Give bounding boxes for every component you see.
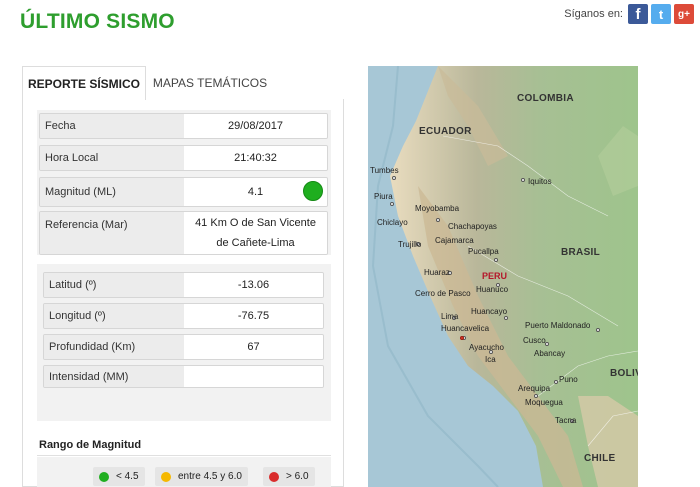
longitud-label: Longitud (º) (44, 304, 184, 328)
follow-label: Síganos en: (564, 8, 623, 20)
map-city-ica: Ica (485, 355, 496, 364)
map-city-chachapoyas: Chachapoyas (448, 222, 497, 231)
map-label-peru: PERU (482, 271, 508, 281)
map-city-huaraz: Huaraz (424, 268, 450, 277)
magnitude-indicator-green (303, 181, 323, 201)
map-city-tacna: Tacna (555, 416, 577, 425)
profundidad-label: Profundidad (Km) (44, 335, 184, 359)
tab-bar: REPORTE SÍSMICO MAPAS TEMÁTICOS (22, 66, 344, 100)
map-city-ayacucho: Ayacucho (469, 343, 504, 352)
referencia-value: 41 Km O de San Vicente de Cañete-Lima (184, 212, 327, 254)
map-label-chile: CHILE (584, 453, 616, 464)
range-mid-label: entre 4.5 y 6.0 (178, 471, 242, 482)
map-label-brasil: BRASIL (561, 247, 601, 258)
magnitud-label: Magnitud (ML) (40, 178, 184, 206)
hora-label: Hora Local (40, 146, 184, 170)
row-fecha: Fecha 29/08/2017 (39, 113, 328, 139)
map-city-cajamarca: Cajamarca (435, 236, 474, 245)
fecha-label: Fecha (40, 114, 184, 138)
city-marker (390, 202, 394, 206)
map-label-colombia: COLOMBIA (517, 93, 574, 104)
map-city-arequipa: Arequipa (518, 384, 551, 393)
city-marker (596, 328, 600, 332)
map-city-abancay: Abancay (534, 349, 566, 358)
tab-mapas-tematicos[interactable]: MAPAS TEMÁTICOS (146, 66, 274, 100)
row-referencia: Referencia (Mar) 41 Km O de San Vicente … (39, 211, 328, 255)
map-city-lima: Lima (441, 312, 459, 321)
range-chip-high: > 6.0 (263, 467, 315, 486)
social-follow: Síganos en: f t g+ (564, 4, 694, 24)
latitud-value: -13.06 (184, 273, 323, 297)
map-city-chiclayo: Chiclayo (377, 218, 408, 227)
magnitud-cell: 4.1 (184, 178, 327, 206)
row-profundidad: Profundidad (Km) 67 (43, 334, 324, 360)
row-intensidad: Intensidad (MM) (43, 365, 324, 388)
red-dot-icon (269, 471, 279, 482)
epicenter-map[interactable]: COLOMBIA ECUADOR BRASIL PERU BOLIV CHILE… (368, 66, 638, 487)
magnitude-range-legend: < 4.5 entre 4.5 y 6.0 > 6.0 (37, 457, 331, 487)
latitud-label: Latitud (º) (44, 273, 184, 297)
referencia-label: Referencia (Mar) (40, 212, 184, 254)
yellow-dot-icon (161, 471, 171, 482)
map-city-tumbes: Tumbes (370, 166, 399, 175)
city-marker (521, 178, 525, 182)
row-hora-local: Hora Local 21:40:32 (39, 145, 328, 171)
report-content: Fecha 29/08/2017 Hora Local 21:40:32 Mag… (22, 99, 344, 487)
range-divider (37, 455, 331, 456)
map-city-iquitos: Iquitos (528, 177, 552, 186)
tab-reporte-sismico[interactable]: REPORTE SÍSMICO (22, 66, 146, 100)
intensidad-label: Intensidad (MM) (44, 366, 184, 387)
facebook-icon[interactable]: f (628, 4, 648, 24)
twitter-icon[interactable]: t (651, 4, 671, 24)
magnitud-value: 4.1 (247, 186, 264, 198)
map-city-puno: Puno (559, 375, 578, 384)
map-city-moquegua: Moquegua (525, 398, 563, 407)
range-chip-low: < 4.5 (93, 467, 145, 486)
city-marker (554, 380, 558, 384)
map-city-trujillo: Trujillo (398, 240, 422, 249)
row-latitud: Latitud (º) -13.06 (43, 272, 324, 298)
range-low-label: < 4.5 (116, 471, 139, 482)
google-plus-icon[interactable]: g+ (674, 4, 694, 24)
green-dot-icon (99, 471, 109, 482)
city-marker (392, 176, 396, 180)
map-city-pucallpa: Pucallpa (468, 247, 499, 256)
city-marker (436, 218, 440, 222)
hora-value: 21:40:32 (184, 146, 327, 170)
epicenter-marker (460, 336, 464, 340)
location-group: Latitud (º) -13.06 Longitud (º) -76.75 P… (37, 264, 331, 421)
map-city-puerto-maldonado: Puerto Maldonado (525, 321, 591, 330)
map-label-ecuador: ECUADOR (419, 126, 472, 137)
page-title: ÚLTIMO SISMO (20, 10, 175, 33)
profundidad-value: 67 (184, 335, 323, 359)
map-city-cerro-de-pasco: Cerro de Pasco (415, 289, 471, 298)
map-city-piura: Piura (374, 192, 393, 201)
longitud-value: -76.75 (184, 304, 323, 328)
fecha-value: 29/08/2017 (184, 114, 327, 138)
range-chip-mid: entre 4.5 y 6.0 (155, 467, 248, 486)
range-high-label: > 6.0 (286, 471, 309, 482)
map-city-huancavelica: Huancavelica (441, 324, 490, 333)
city-marker (494, 258, 498, 262)
intensidad-value (184, 366, 323, 387)
map-label-bolivia: BOLIV (610, 368, 638, 379)
map-city-cusco: Cusco (523, 336, 546, 345)
report-panel: REPORTE SÍSMICO MAPAS TEMÁTICOS Fecha 29… (22, 66, 344, 487)
city-marker (504, 316, 508, 320)
range-title: Rango de Magnitud (39, 439, 142, 451)
city-marker (489, 350, 493, 354)
map-city-huanuco: Huanuco (476, 285, 509, 294)
row-magnitud: Magnitud (ML) 4.1 (39, 177, 328, 207)
map-city-moyobamba: Moyobamba (415, 204, 460, 213)
map-city-huancayo: Huancayo (471, 307, 508, 316)
event-group: Fecha 29/08/2017 Hora Local 21:40:32 Mag… (37, 110, 331, 255)
row-longitud: Longitud (º) -76.75 (43, 303, 324, 329)
